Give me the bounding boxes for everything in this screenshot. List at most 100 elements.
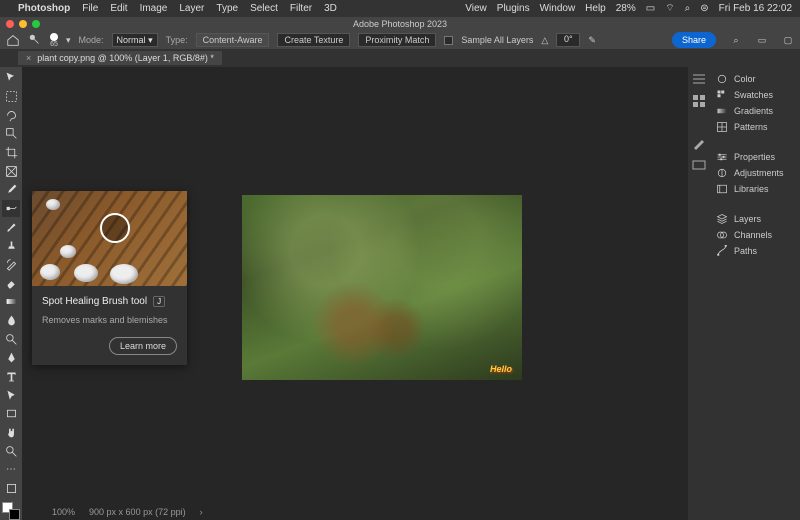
collapsed-swatches-icon[interactable] [691,93,707,109]
collapsed-panels [688,67,710,520]
document-canvas[interactable]: Hello [242,195,522,380]
panel-swatches[interactable]: Swatches [710,87,800,103]
tooltip-shortcut: J [153,296,165,307]
battery-status[interactable]: 28% [616,3,636,14]
document-tab[interactable]: × plant copy.png @ 100% (Layer 1, RGB/8#… [18,51,222,65]
menu-view[interactable]: View [465,3,487,14]
share-button[interactable]: Share [672,32,716,48]
learn-more-button[interactable]: Learn more [109,337,177,355]
panel-gradients[interactable]: Gradients [710,103,800,119]
window-title: Adobe Photoshop 2023 [353,19,447,29]
marquee-tool[interactable] [2,88,20,106]
window-titlebar: Adobe Photoshop 2023 [0,17,800,31]
canvas-area[interactable]: Spot Healing Brush toolJ Removes marks a… [22,67,688,520]
panels-dock: Color Swatches Gradients Patterns Proper… [710,67,800,520]
arrange-icon[interactable]: ▢ [782,34,794,46]
menu-window[interactable]: Window [540,3,576,14]
tool-preset-icon[interactable] [28,33,42,47]
edit-toolbar-icon[interactable] [2,480,20,498]
brush-dropdown-icon[interactable]: ▾ [66,35,71,46]
zoom-tool[interactable] [2,442,20,460]
wifi-icon[interactable]: ⌔ [665,2,674,15]
status-chevron-icon[interactable]: › [200,507,203,517]
color-swatches[interactable] [2,502,20,520]
brush-preset[interactable]: 65 [50,33,58,48]
panel-properties[interactable]: Properties [710,149,800,165]
doc-dimensions: 900 px x 600 px (72 ppi) [89,507,186,517]
rectangle-tool[interactable] [2,405,20,423]
create-texture-button[interactable]: Create Texture [277,33,350,47]
path-selection-tool[interactable] [2,386,20,404]
brush-tool[interactable] [2,218,20,236]
history-brush-tool[interactable] [2,256,20,274]
maximize-window[interactable] [32,20,40,28]
type-tool[interactable] [2,368,20,386]
panel-paths[interactable]: Paths [710,243,800,259]
frame-tool[interactable] [2,162,20,180]
panel-layers[interactable]: Layers [710,211,800,227]
sample-all-checkbox[interactable] [444,36,453,45]
workspace-icon[interactable]: ▭ [756,34,768,46]
battery-icon: ▭ [646,3,655,14]
spot-healing-tool[interactable] [2,200,20,218]
close-tab-icon[interactable]: × [26,53,31,63]
home-icon[interactable] [6,33,20,47]
panel-adjustments[interactable]: Adjustments [710,165,800,181]
hand-tool[interactable] [2,424,20,442]
clone-stamp-tool[interactable] [2,237,20,255]
menu-image[interactable]: Image [140,3,168,14]
menu-layer[interactable]: Layer [179,3,204,14]
dodge-tool[interactable] [2,330,20,348]
document-tabs: × plant copy.png @ 100% (Layer 1, RGB/8#… [0,49,800,67]
selection-tool[interactable] [2,125,20,143]
proximity-match-button[interactable]: Proximity Match [358,33,436,47]
menu-type[interactable]: Type [216,3,238,14]
menu-plugins[interactable]: Plugins [497,3,530,14]
menu-select[interactable]: Select [250,3,278,14]
search-icon[interactable]: ⌕ [730,34,742,46]
collapsed-brush-settings-icon[interactable] [691,157,707,173]
eyedropper-tool[interactable] [2,181,20,199]
angle-input[interactable]: 0° [556,33,580,47]
control-center-icon[interactable]: ⊜ [700,3,708,14]
close-window[interactable] [6,20,14,28]
panel-channels[interactable]: Channels [710,227,800,243]
zoom-level[interactable]: 100% [52,507,75,517]
eraser-tool[interactable] [2,274,20,292]
menu-3d[interactable]: 3D [324,3,337,14]
tool-tooltip: Spot Healing Brush toolJ Removes marks a… [32,191,187,365]
content-aware-button[interactable]: Content-Aware [196,33,270,47]
blur-tool[interactable] [2,312,20,330]
panel-color[interactable]: Color [710,71,800,87]
minimize-window[interactable] [19,20,27,28]
menu-edit[interactable]: Edit [110,3,127,14]
move-tool[interactable] [2,69,20,87]
status-bar: 100% 900 px x 600 px (72 ppi) › [44,504,576,520]
mode-select[interactable]: Normal ▾ [112,33,158,47]
lasso-tool[interactable] [2,106,20,124]
angle-icon[interactable]: △ [541,35,548,46]
crop-tool[interactable] [2,144,20,162]
pressure-icon[interactable]: ✎ [588,35,596,46]
app-menu[interactable]: Photoshop [18,3,70,14]
macos-menubar: Photoshop File Edit Image Layer Type Sel… [0,0,800,17]
tooltip-preview [32,191,187,286]
collapsed-color-icon[interactable] [691,71,707,87]
more-tools-icon[interactable]: ⋯ [2,461,20,479]
menu-file[interactable]: File [82,3,98,14]
tooltip-title: Spot Healing Brush toolJ [42,296,177,307]
menu-help[interactable]: Help [585,3,606,14]
pen-tool[interactable] [2,349,20,367]
panel-patterns[interactable]: Patterns [710,119,800,135]
gradient-tool[interactable] [2,293,20,311]
tools-panel: ⋯ [0,67,22,520]
search-icon[interactable]: ⌕ [685,3,691,14]
collapsed-brush-icon[interactable] [691,135,707,151]
panel-libraries[interactable]: Libraries [710,181,800,197]
clock[interactable]: Fri Feb 16 22:02 [719,3,792,14]
mode-label: Mode: [79,35,104,45]
tooltip-desc: Removes marks and blemishes [42,315,177,325]
type-label: Type: [166,35,188,45]
menu-filter[interactable]: Filter [290,3,312,14]
sample-all-label: Sample All Layers [461,35,533,45]
